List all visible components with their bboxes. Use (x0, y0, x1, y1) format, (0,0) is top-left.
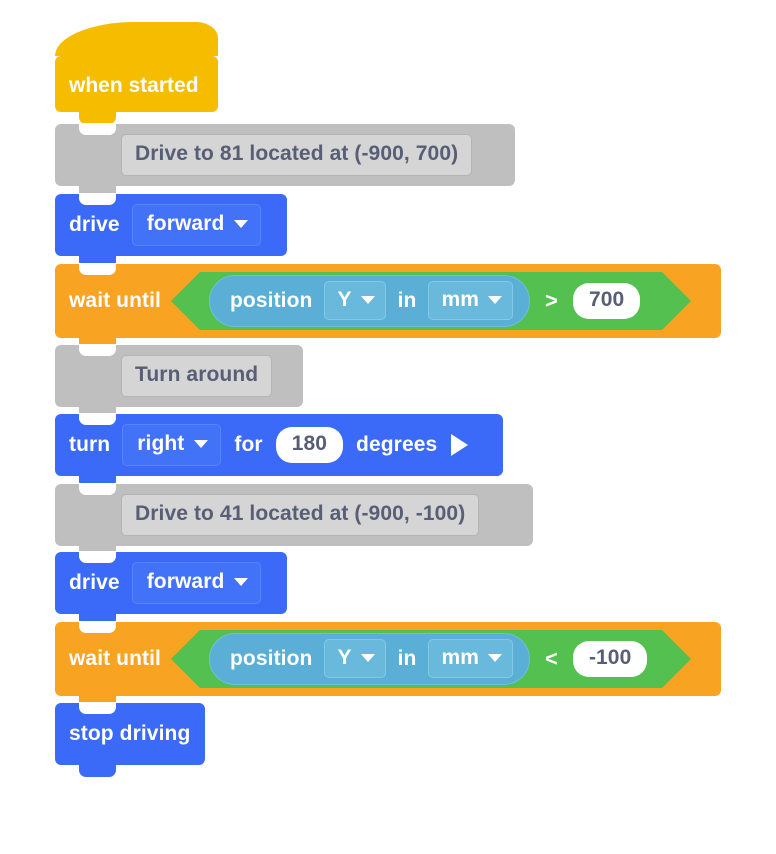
block-label-stop-driving: stop driving (69, 722, 191, 745)
chevron-down-icon (234, 220, 249, 228)
reporter-label-position: position (230, 288, 313, 312)
block-drive-forward-2[interactable]: drive forward (55, 551, 287, 626)
block-when-started[interactable]: when started (55, 22, 218, 124)
block-top-notch (79, 344, 116, 356)
dropdown-unit[interactable]: mm (428, 639, 513, 678)
reporter-position[interactable]: position Y in mm (209, 275, 530, 327)
boolean-comparison-block-2[interactable]: position Y in mm < -100 (171, 630, 691, 688)
chevron-down-icon (487, 296, 502, 304)
dropdown-value-unit: mm (441, 288, 479, 311)
reporter-word-in: in (397, 288, 417, 312)
dropdown-drive-direction[interactable]: forward (131, 562, 262, 604)
block-word-for: for (234, 433, 263, 456)
comparison-operator: > (544, 288, 558, 313)
reporter-position[interactable]: position Y in mm (209, 633, 530, 685)
reporter-label-position: position (230, 646, 313, 670)
block-word-degrees: degrees (356, 433, 438, 456)
block-label-turn: turn (69, 433, 111, 456)
comment-text-field[interactable]: Turn around (121, 355, 273, 397)
block-label-when-started: when started (69, 74, 199, 97)
block-top-notch (79, 413, 116, 425)
block-comment-turn-around[interactable]: Turn around (55, 344, 303, 419)
block-label-wait-until: wait until (69, 647, 161, 670)
block-top-notch (79, 621, 116, 633)
comment-text-field[interactable]: Drive to 81 located at (-900, 700) (121, 134, 473, 176)
block-comment-drive-41[interactable]: Drive to 41 located at (-900, -100) (55, 483, 533, 558)
block-top-notch (79, 483, 116, 495)
reporter-word-in: in (397, 646, 417, 670)
chevron-down-icon (487, 654, 502, 662)
play-triangle-icon[interactable] (451, 434, 469, 456)
block-stop-driving[interactable]: stop driving (55, 702, 205, 777)
dropdown-value-axis: Y (337, 646, 352, 669)
chevron-down-icon (360, 654, 375, 662)
comment-text-field[interactable]: Drive to 41 located at (-900, -100) (121, 494, 480, 536)
dropdown-axis[interactable]: Y (324, 281, 386, 320)
block-wait-until-2[interactable]: wait until position Y in mm < -100 (55, 621, 721, 708)
block-workspace-canvas[interactable]: when started Drive to 81 located at (-90… (0, 0, 776, 854)
dropdown-value-turn-direction: right (137, 432, 185, 455)
block-label-wait-until: wait until (69, 289, 161, 312)
block-label-drive: drive (69, 571, 120, 594)
comparison-operator: < (544, 646, 558, 671)
block-top-notch (79, 551, 116, 563)
block-label-drive: drive (69, 213, 120, 236)
hat-dome (55, 22, 218, 56)
compare-value-input[interactable]: 700 (572, 283, 641, 319)
boolean-comparison-block-1[interactable]: position Y in mm > 700 (171, 272, 691, 330)
dropdown-value-unit: mm (441, 646, 479, 669)
dropdown-axis[interactable]: Y (324, 639, 386, 678)
dropdown-turn-direction[interactable]: right (122, 424, 222, 466)
block-comment-drive-81[interactable]: Drive to 81 located at (-900, 700) (55, 123, 515, 198)
chevron-down-icon (194, 440, 209, 448)
compare-value-input[interactable]: -100 (572, 641, 648, 677)
chevron-down-icon (360, 296, 375, 304)
dropdown-value-direction: forward (146, 570, 225, 593)
block-wait-until-1[interactable]: wait until position Y in mm > 700 (55, 263, 721, 350)
block-turn-right[interactable]: turn right for 180 degrees (55, 413, 503, 488)
dropdown-unit[interactable]: mm (428, 281, 513, 320)
block-top-notch (79, 193, 116, 205)
block-top-notch (79, 263, 116, 275)
dropdown-drive-direction[interactable]: forward (131, 204, 262, 246)
chevron-down-icon (234, 578, 249, 586)
block-top-notch (79, 123, 116, 135)
block-drive-forward-1[interactable]: drive forward (55, 193, 287, 268)
dropdown-value-direction: forward (146, 212, 225, 235)
turn-amount-input[interactable]: 180 (275, 427, 344, 463)
dropdown-value-axis: Y (337, 288, 352, 311)
block-top-notch (79, 702, 116, 714)
